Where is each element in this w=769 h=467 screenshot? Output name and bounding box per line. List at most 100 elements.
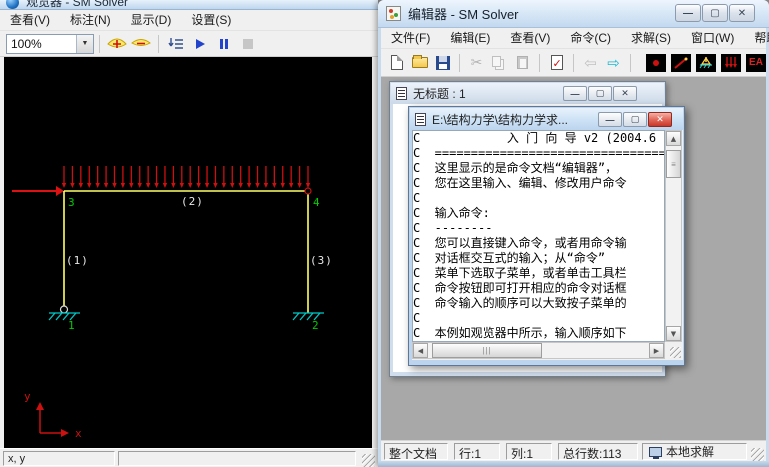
maximize-button[interactable]: ▢ [702, 4, 728, 22]
support-node-1 [48, 312, 80, 321]
solver-status-text: 本地求解 [666, 445, 715, 459]
paste-button[interactable] [511, 52, 534, 74]
restore-button[interactable]: ▢ [623, 112, 647, 127]
member-label-2: (2) [181, 195, 204, 208]
close-button[interactable]: ✕ [648, 112, 672, 127]
scroll-left-button[interactable]: ◀ [413, 343, 428, 358]
editor-bottom-border [378, 461, 769, 467]
scroll-down-button[interactable]: ▼ [666, 326, 681, 341]
cut-button[interactable]: ✂ [465, 52, 488, 74]
check-commands-button[interactable] [545, 52, 568, 74]
command-text-area[interactable]: C 入 门 向 导 v2 (2004.6 C ==================… [412, 130, 665, 342]
zoom-combobox[interactable]: 100% ▼ [6, 33, 94, 54]
close-button[interactable]: ✕ [729, 4, 755, 22]
zoom-in-button[interactable] [105, 34, 129, 54]
horizontal-scroll-thumb[interactable]: ||| [432, 343, 542, 358]
editor-statusbar: 整个文档 行:1 列:1 总行数:113 本地求解 [381, 440, 766, 461]
doc-caption-buttons: — ▢ ✕ [597, 112, 672, 127]
viewer-menu-item-0[interactable]: 查看(V) [0, 10, 60, 31]
editor-app-icon [386, 6, 401, 21]
viewer-titlebar[interactable]: 观览器 - SM Solver [0, 0, 378, 10]
viewer-menu-item-2[interactable]: 显示(D) [121, 10, 182, 31]
structure-canvas[interactable]: 3 4 1 2 (1) (2) (3) y x [4, 57, 372, 448]
doc-line-11: C 命令按钮即可打开相应的命令对话框 [413, 281, 627, 295]
coords-status-panel: x, y [3, 450, 115, 466]
minimize-button[interactable]: — [675, 4, 701, 22]
pause-button[interactable] [212, 34, 236, 54]
editor-title: 编辑器 - SM Solver [408, 7, 519, 22]
play-button[interactable] [188, 34, 212, 54]
chevron-down-icon[interactable]: ▼ [76, 34, 93, 53]
support-icon [699, 56, 712, 68]
node-label-1: 1 [68, 319, 75, 332]
back-button[interactable]: ⇦ [579, 52, 602, 74]
editor-menu-item-2[interactable]: 查看(V) [500, 28, 560, 49]
copy-button[interactable] [488, 52, 511, 74]
doc-client-area: C 入 门 向 导 v2 (2004.6 C ==================… [412, 130, 683, 360]
solver-status-panel: 本地求解 [642, 442, 747, 460]
doc-resize-grip[interactable] [670, 347, 681, 358]
open-file-button[interactable] [408, 52, 431, 74]
editor-menu-item-0[interactable]: 文件(F) [381, 28, 440, 49]
untitled-title: 无标题 : 1 [413, 87, 466, 101]
toolbar-separator [539, 53, 540, 72]
node-1-hinge-circle [59, 305, 69, 314]
editor-menu-item-1[interactable]: 编辑(E) [440, 28, 500, 49]
editor-menu-item-4[interactable]: 求解(S) [621, 28, 681, 49]
restore-button[interactable]: ▢ [588, 86, 612, 101]
node-icon [653, 59, 659, 66]
command-document-window[interactable]: E:\结构力学\结构力学求... — ▢ ✕ C 入 门 向 导 v2 (200… [408, 106, 685, 366]
toolbar-separator [630, 53, 631, 72]
new-file-icon [390, 55, 403, 70]
vertical-scrollbar[interactable]: ▲ ≡ ▼ [665, 130, 682, 342]
toolbar-separator [459, 53, 460, 72]
support-command-button[interactable] [696, 53, 716, 72]
step-button[interactable] [164, 34, 188, 54]
vertical-scroll-thumb[interactable]: ≡ [666, 150, 681, 178]
check-document-icon [550, 55, 563, 70]
viewer-toolbar: 100% ▼ [0, 31, 378, 57]
editor-toolbar: ✂ ⇦ ⇨ EA [381, 49, 766, 77]
ea-property-button[interactable]: EA [746, 53, 766, 72]
editor-menu-item-3[interactable]: 命令(C) [560, 28, 621, 49]
editor-menu-item-5[interactable]: 窗口(W) [681, 28, 744, 49]
editor-resize-grip[interactable] [751, 448, 764, 461]
doc-line-14: C 本例如观览器中所示，输入顺序如下 [413, 326, 627, 340]
editor-caption-buttons: — ▢ ✕ [674, 4, 755, 22]
viewer-menu-item-1[interactable]: 标注(N) [60, 10, 121, 31]
frame-members [63, 190, 309, 313]
doc-line-1: C 入 门 向 导 v2 (2004.6 [413, 131, 657, 145]
doc-line-4: C 您在这里输入、编辑、修改用户命令 [413, 176, 627, 190]
editor-menu-item-6[interactable]: 帮助(H) [744, 28, 769, 49]
load-command-button[interactable] [721, 53, 741, 72]
scroll-up-button[interactable]: ▲ [666, 131, 681, 146]
doc-line-5: C [413, 191, 421, 205]
minimize-button[interactable]: — [598, 112, 622, 127]
untitled-caption-buttons: — ▢ ✕ [562, 86, 637, 101]
doc-line-10: C 菜单下选取子菜单，或者单击工具栏 [413, 266, 627, 280]
member-label-3: (3) [310, 254, 333, 267]
close-button[interactable]: ✕ [613, 86, 637, 101]
doc-line-3: C 这里显示的是命令文档“编辑器”， [413, 161, 618, 175]
scroll-right-button[interactable]: ▶ [649, 343, 664, 358]
new-file-button[interactable] [385, 52, 408, 74]
save-icon [435, 55, 450, 70]
viewer-menu-item-3[interactable]: 设置(S) [181, 10, 241, 31]
forward-button[interactable]: ⇨ [602, 52, 625, 74]
viewer-resize-grip[interactable] [362, 454, 375, 467]
horizontal-scrollbar[interactable]: ◀ ||| ▶ [412, 342, 665, 359]
save-button[interactable] [431, 52, 454, 74]
element-command-button[interactable] [671, 53, 691, 72]
zoom-out-icon [131, 39, 151, 46]
viewer-window: 观览器 - SM Solver 查看(V) 标注(N) 显示(D) 设置(S) 100… [0, 0, 378, 467]
support-node-2 [292, 312, 324, 321]
solver-status-icon [649, 446, 662, 459]
zoom-value: 100% [11, 36, 42, 51]
scope-status-panel: 整个文档 [384, 442, 448, 460]
zoom-out-button[interactable] [129, 34, 153, 54]
node-command-button[interactable] [646, 53, 666, 72]
stop-button[interactable] [236, 34, 260, 54]
editor-titlebar[interactable]: 编辑器 - SM Solver — ▢ ✕ [378, 0, 769, 28]
doc-line-6: C 输入命令: [413, 206, 490, 220]
minimize-button[interactable]: — [563, 86, 587, 101]
